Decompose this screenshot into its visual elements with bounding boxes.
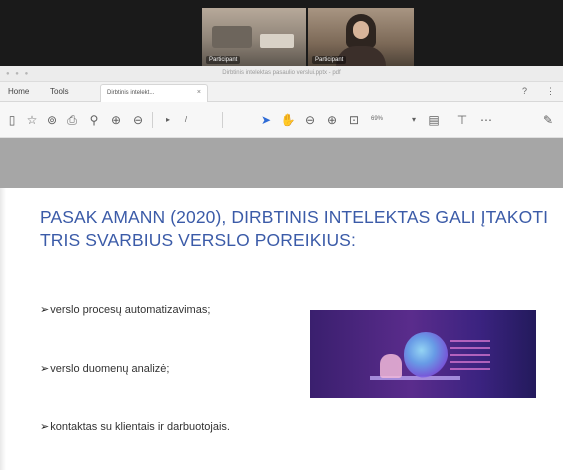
tab-document-label: Dirbtinis intelekt... [107,90,155,96]
brain-icon [404,332,448,378]
circuit-lines [450,340,490,370]
ai-illustration-image [310,310,536,398]
video-call-strip: Participant Participant [0,0,563,66]
hand-tool-icon[interactable]: ✋ [280,112,296,128]
comment-icon[interactable]: ▤ [426,112,442,128]
bullet-text: kontaktas su klientais ir darbuotojais. [50,421,230,433]
edit-icon[interactable]: ✎ [540,112,556,128]
video-background [260,34,294,48]
star-icon[interactable]: ☆ [24,112,40,128]
fit-page-icon[interactable]: ⊡ [346,112,362,128]
zoom-out-icon[interactable]: ⊖ [302,112,318,128]
video-background [212,26,252,48]
bullet-text: verslo procesų automatizavimas; [50,304,211,316]
upload-icon[interactable]: ⊚ [44,112,60,128]
more-icon[interactable]: ⋯ [478,112,494,128]
participant-name: Participant [312,56,347,64]
video-tile-participant-1[interactable]: Participant [202,8,306,66]
page-count-icon: / [184,115,188,124]
page-shadow [0,188,6,470]
print-icon[interactable]: ⎙ [64,112,80,128]
slide-bullet: ➢kontaktas su klientais ir darbuotojais. [40,420,230,433]
window-title-bar: ● ● ● Dirbtinis intelektas pasaulio vers… [0,66,563,82]
arrow-bullet-icon: ➢ [40,304,50,316]
window-title: Dirbtinis intelektas pasaulio verslui.pp… [222,70,341,76]
slide-header-band [0,138,563,188]
zoom-in-icon[interactable]: ⊕ [324,112,340,128]
slide-title: PASAK AMANN (2020), DIRBTINIS INTELEKTAS… [40,207,549,250]
video-tile-participant-2[interactable]: Participant [308,8,414,66]
zoom-dropdown-icon[interactable]: ▾ [406,112,422,128]
tab-document[interactable]: Dirbtinis intelekt... × [100,84,208,102]
illustration-person [380,354,402,378]
bookmark-icon[interactable]: ▯ [4,112,20,128]
account-icon[interactable]: ⋮ [546,86,555,97]
bullet-text: verslo duomenų analizė; [50,363,170,375]
menu-tools[interactable]: Tools [50,87,69,96]
select-cursor-icon[interactable]: ➤ [258,112,274,128]
page-indicator-icon[interactable]: ▸ [160,112,176,128]
toolbar-divider [152,112,153,128]
help-icon[interactable]: ? [522,86,527,96]
slide-bullet: ➢verslo duomenų analizė; [40,362,169,375]
participant-face [353,21,369,39]
toolbar-divider [222,112,223,128]
participant-name: Participant [206,56,241,64]
tab-bar: Home Tools Dirbtinis intelekt... × ? ⋮ [0,82,563,102]
zoom-level[interactable]: 69% [371,116,383,122]
menu-home[interactable]: Home [8,87,29,96]
page-down-icon[interactable]: ⊖ [130,112,146,128]
slide-bullet: ➢verslo procesų automatizavimas; [40,303,210,316]
arrow-bullet-icon: ➢ [40,363,50,375]
arrow-bullet-icon: ➢ [40,421,50,433]
search-icon[interactable]: ⚲ [86,112,102,128]
close-icon[interactable]: × [197,89,201,96]
sign-icon[interactable]: ⊤ [454,112,470,128]
page-up-icon[interactable]: ⊕ [108,112,124,128]
toolbar: ▯ ☆ ⊚ ⎙ ⚲ ⊕ ⊖ ▸ / ➤ ✋ ⊖ ⊕ ⊡ 69% ▾ ▤ ⊤ ⋯ … [0,102,563,138]
